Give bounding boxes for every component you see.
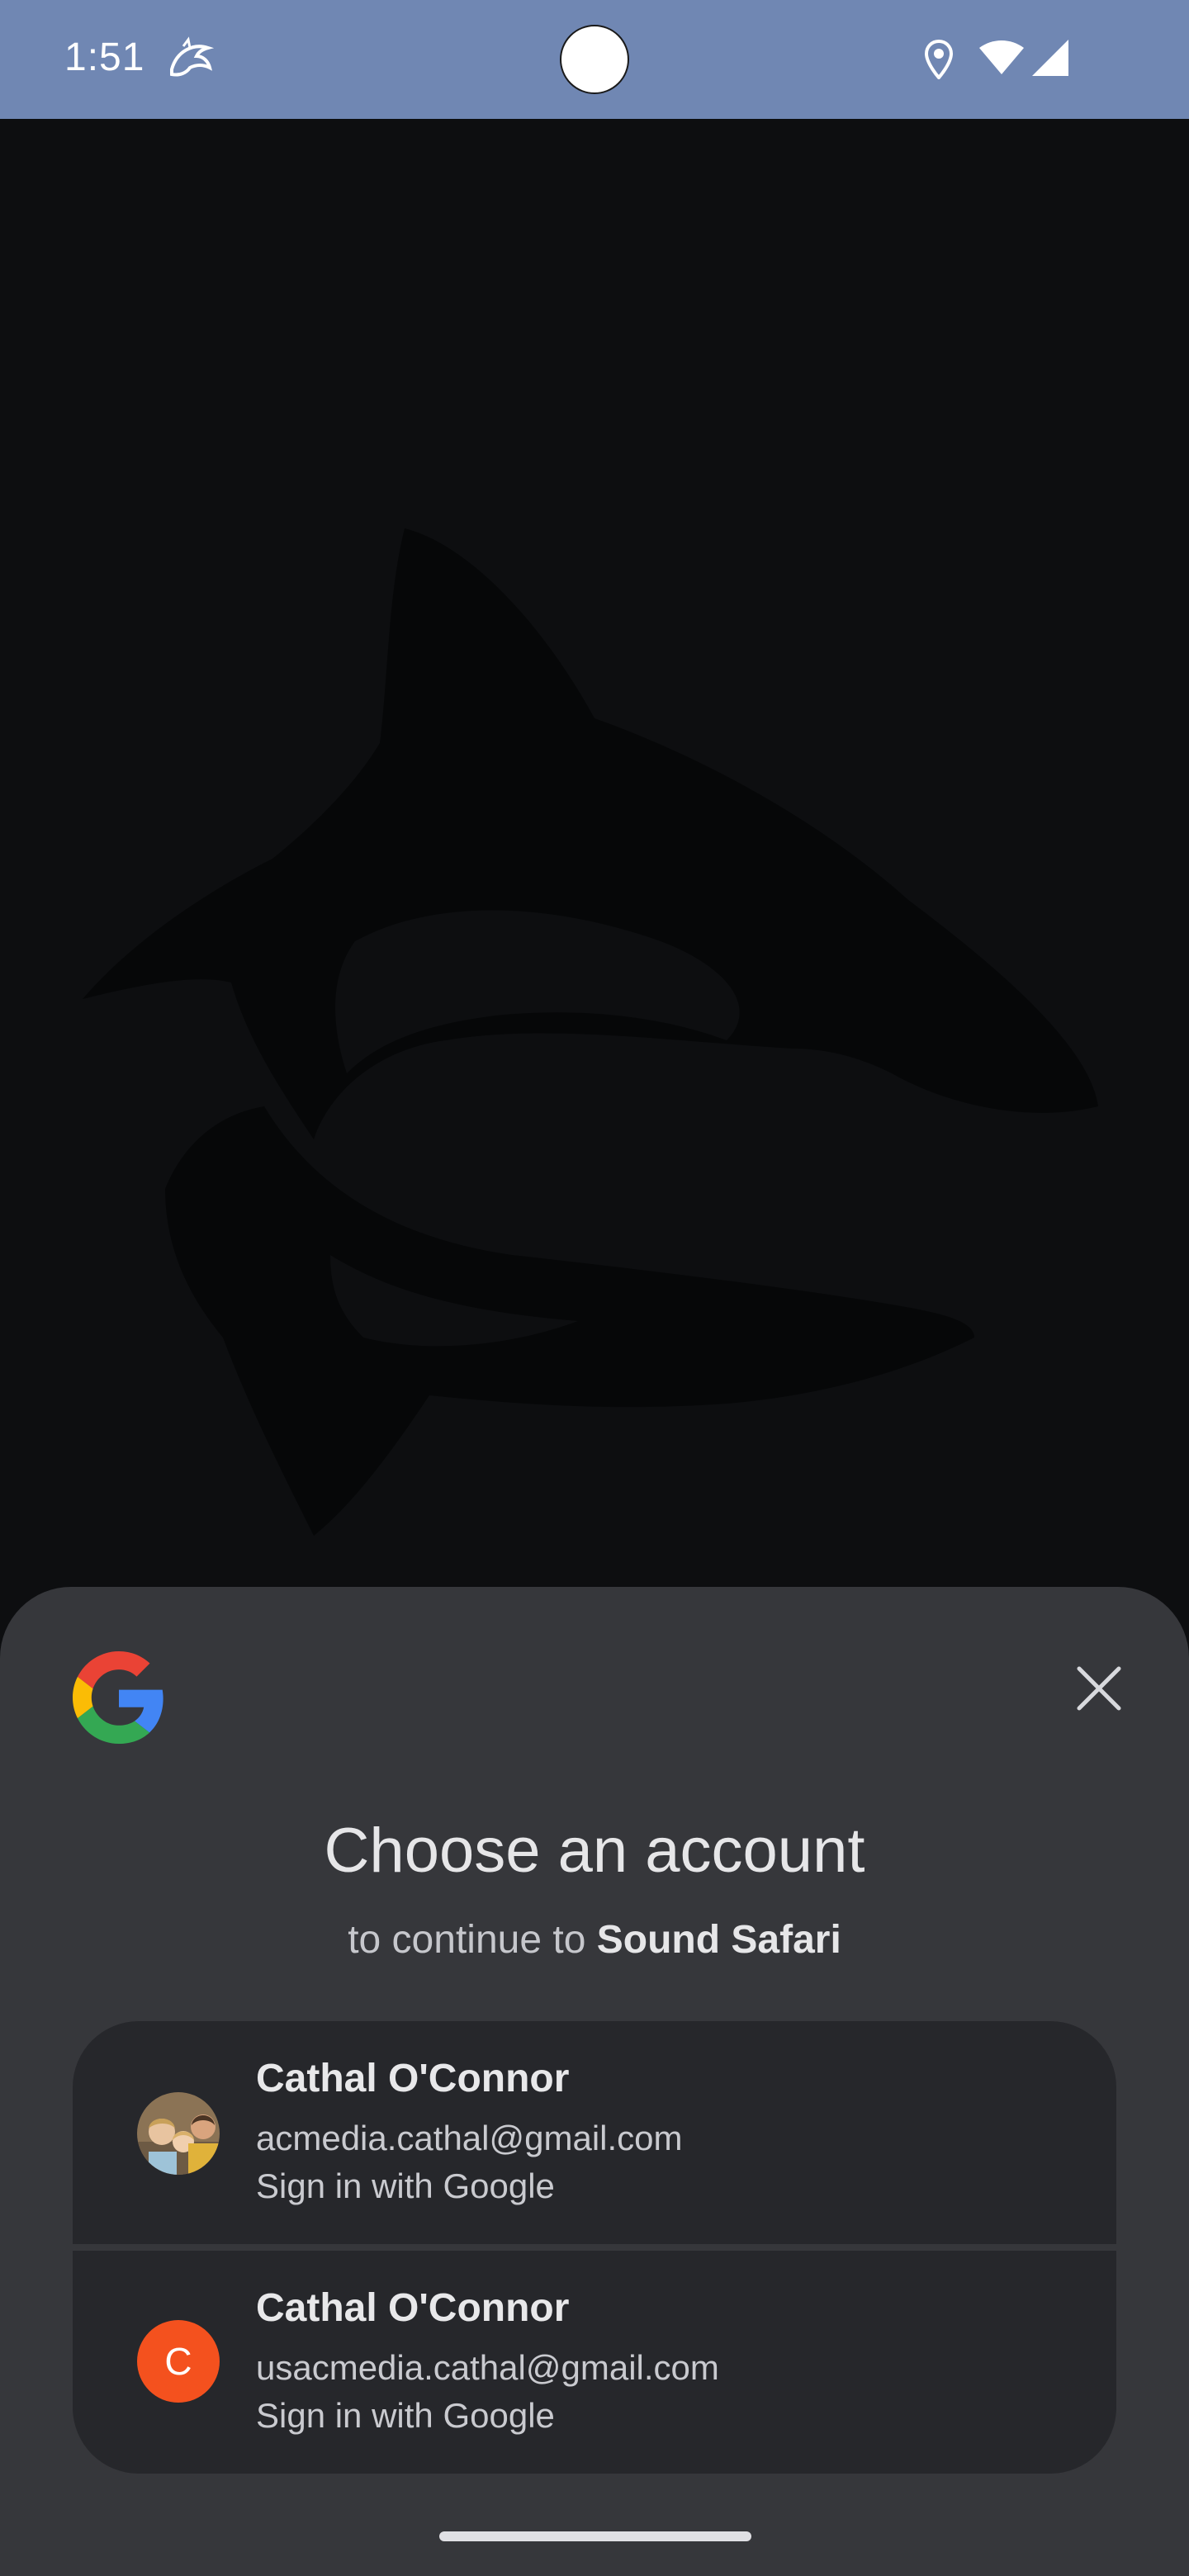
cellular-signal-icon (1032, 40, 1068, 76)
home-indicator[interactable] (439, 2531, 751, 2541)
account-email: usacmedia.cathal@gmail.com (256, 2348, 719, 2387)
account-item[interactable]: Cathal O'Connor acmedia.cathal@gmail.com… (73, 2021, 1116, 2244)
account-name: Cathal O'Connor (256, 2286, 570, 2330)
account-divider (73, 2244, 1116, 2251)
shark-app-icon (170, 36, 215, 77)
account-list: Cathal O'Connor acmedia.cathal@gmail.com… (73, 2021, 1116, 2474)
google-logo (73, 1651, 163, 1744)
sheet-title: Choose an account (324, 1816, 865, 1886)
shark-logo (83, 528, 1098, 1536)
account-chooser-sheet: Choose an account to continue to Sound S… (0, 1587, 1189, 2576)
account-avatar-initial: C (137, 2320, 220, 2403)
sheet-subtitle: to continue to Sound Safari (0, 1917, 1189, 1963)
close-icon (1077, 1666, 1121, 1711)
account-name: Cathal O'Connor (256, 2057, 570, 2100)
account-avatar-photo (137, 2092, 220, 2175)
camera-cutout (560, 25, 629, 94)
close-button[interactable] (1065, 1655, 1133, 1722)
wifi-icon (979, 40, 1024, 74)
location-icon (925, 40, 953, 79)
account-email: acmedia.cathal@gmail.com (256, 2119, 683, 2157)
account-action: Sign in with Google (256, 2166, 555, 2205)
status-bar: 1:51 (0, 0, 1189, 119)
subtitle-prefix: to continue to (348, 1918, 586, 1962)
app-name: Sound Safari (596, 1918, 841, 1962)
status-time: 1:51 (64, 36, 145, 79)
account-action: Sign in with Google (256, 2396, 555, 2435)
profile-photo (137, 2092, 220, 2175)
account-item[interactable]: C Cathal O'Connor usacmedia.cathal@gmail… (73, 2251, 1116, 2474)
